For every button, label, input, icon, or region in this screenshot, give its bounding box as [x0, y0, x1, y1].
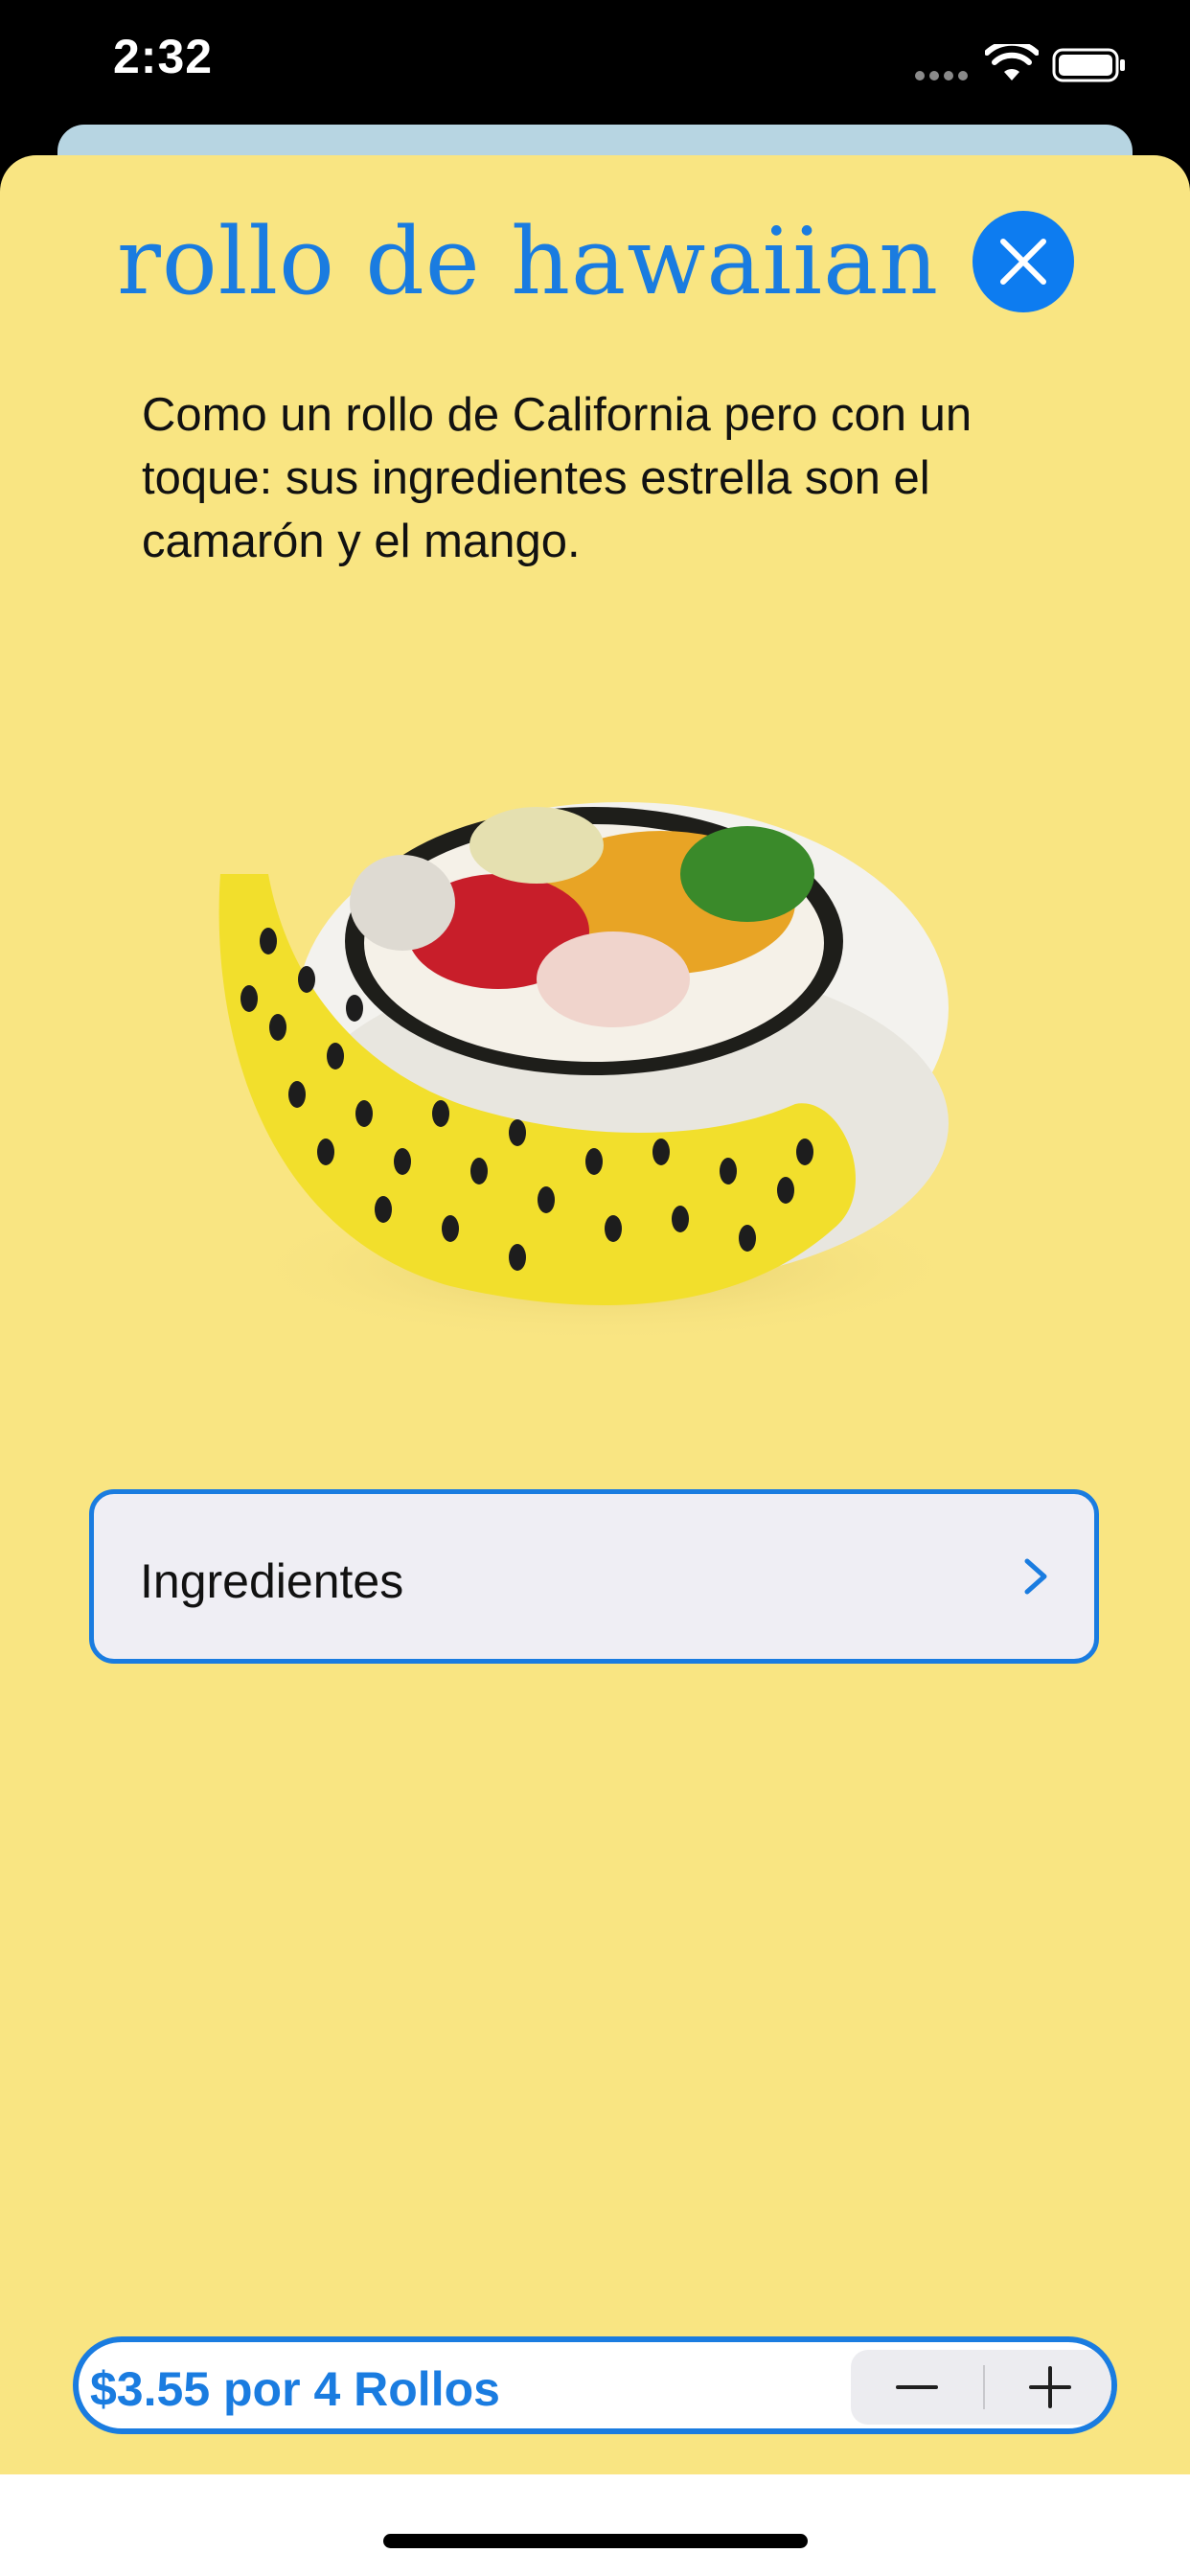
- status-time: 2:32: [113, 30, 214, 83]
- battery-icon: [1052, 48, 1125, 82]
- ingredients-button[interactable]: Ingredientes: [89, 1489, 1099, 1664]
- minus-icon: [896, 2385, 938, 2389]
- ingredients-label: Ingredientes: [140, 1554, 404, 1608]
- page-title: rollo de hawaiian: [117, 208, 940, 315]
- plus-icon: [1029, 2366, 1071, 2408]
- increment-button[interactable]: [984, 2350, 1111, 2425]
- wifi-icon: [985, 44, 1039, 80]
- home-indicator[interactable]: [383, 2534, 808, 2548]
- sushi-roll-image: [218, 802, 968, 1344]
- bottom-safe-area: [0, 2474, 1190, 2576]
- item-description: Como un rollo de California pero con un …: [142, 389, 973, 567]
- order-bar: $3.55 por 4 Rollos: [73, 2336, 1117, 2434]
- price-label: $3.55 por 4 Rollos: [90, 2362, 500, 2416]
- decrement-button[interactable]: [851, 2350, 984, 2425]
- chevron-right-icon: [1024, 1558, 1047, 1595]
- quantity-stepper[interactable]: [851, 2350, 1111, 2425]
- detail-sheet: rollo de hawaiian Como un rollo de Calif…: [0, 155, 1190, 2474]
- status-bar: 2:32: [0, 0, 1190, 129]
- close-button[interactable]: [973, 211, 1074, 312]
- cellular-signal-icon: [915, 71, 973, 80]
- close-icon: [1000, 239, 1046, 285]
